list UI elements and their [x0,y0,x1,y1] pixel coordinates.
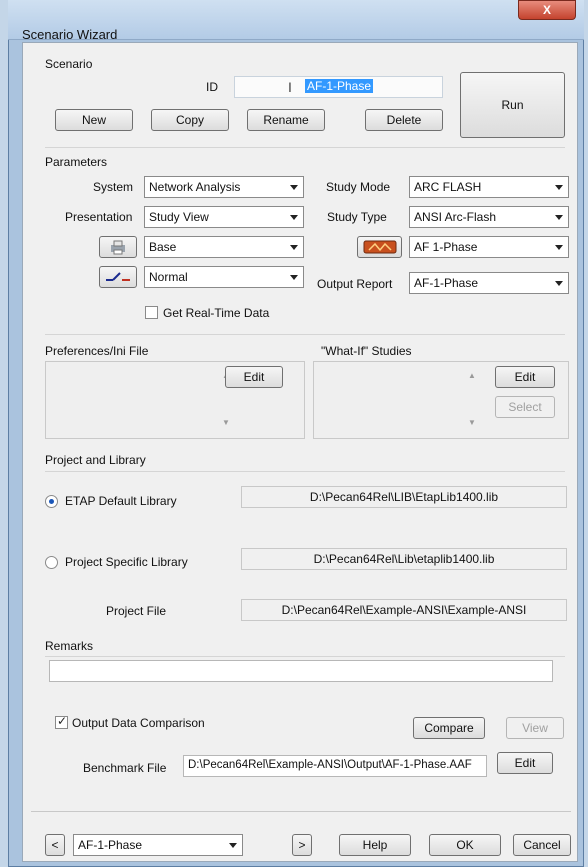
parameters-section-label: Parameters [45,155,108,169]
output-report-value: AF-1-Phase [414,276,479,290]
separator [31,811,571,812]
scroll-down-icon: ▼ [468,418,476,427]
view-button[interactable]: View [506,717,564,739]
whatif-section-label: "What-If" Studies [321,344,412,358]
system-select[interactable]: Network Analysis [144,176,304,198]
next-scenario-button[interactable]: > [292,834,312,856]
preferences-edit-button[interactable]: Edit [225,366,283,388]
revision-icon-button[interactable] [99,266,137,288]
study-case-icon-button[interactable] [357,236,402,258]
configuration-value: Base [149,240,177,254]
scroll-up-icon: ▲ [468,371,476,380]
output-report-label: Output Report [317,277,393,291]
presentation-select[interactable]: Study View [144,206,304,228]
close-button[interactable]: X [518,0,576,20]
separator [45,147,565,148]
revision-select[interactable]: Normal [144,266,304,288]
id-label: ID [206,80,218,94]
delete-button[interactable]: Delete [365,109,443,131]
benchmark-edit-button[interactable]: Edit [497,752,553,774]
compare-button[interactable]: Compare [413,717,485,739]
dialog-client-area: Scenario ID I AF-1-Phase New Copy Rename… [22,42,578,862]
chevron-down-icon [555,245,563,250]
study-case-value: AF 1-Phase [414,240,478,254]
project-file-label: Project File [106,604,167,618]
output-report-select[interactable]: AF-1-Phase [409,272,569,294]
separator [45,471,565,472]
checkmark-icon: ✓ [57,714,68,728]
library-section-label: Project and Library [45,453,146,467]
scroll-down-icon: ▼ [222,418,230,427]
project-file-path-field: D:\Pecan64Rel\Example-ANSI\Example-ANSI [241,599,567,621]
presentation-label: Presentation [65,210,133,224]
printer-icon [111,240,125,255]
rename-button[interactable]: Rename [247,109,325,131]
chevron-down-icon [555,281,563,286]
preferences-section-label: Preferences/Ini File [45,344,149,358]
revision-value: Normal [149,270,188,284]
study-mode-select[interactable]: ARC FLASH [409,176,569,198]
etap-default-label: ETAP Default Library [65,494,177,508]
scenario-id-value: AF-1-Phase [305,79,374,93]
chevron-down-icon [229,843,237,848]
run-button[interactable]: Run [460,72,565,138]
footer-scenario-value: AF-1-Phase [78,838,143,852]
output-comparison-label: Output Data Comparison [72,716,205,730]
output-comparison-checkbox[interactable]: ✓ [55,714,68,729]
project-specific-path-field: D:\Pecan64Rel\Lib\etaplib1400.lib [241,548,567,570]
chevron-down-icon [290,245,298,250]
study-case-select[interactable]: AF 1-Phase [409,236,569,258]
chevron-down-icon [555,215,563,220]
scenario-id-input[interactable]: I AF-1-Phase [234,76,443,98]
study-type-value: ANSI Arc-Flash [414,210,497,224]
study-mode-label: Study Mode [326,180,391,194]
study-type-select[interactable]: ANSI Arc-Flash [409,206,569,228]
benchmark-file-field[interactable]: D:\Pecan64Rel\Example-ANSI\Output\AF-1-P… [183,755,487,777]
switch-icon [106,272,130,281]
chevron-down-icon [290,275,298,280]
etap-default-path-field: D:\Pecan64Rel\LIB\EtapLib1400.lib [241,486,567,508]
separator [45,334,565,335]
new-button[interactable]: New [55,109,133,131]
benchmark-file-label: Benchmark File [83,761,167,775]
realtime-checkbox[interactable] [145,306,158,319]
window-title: Scenario Wizard [22,27,118,42]
chevron-down-icon [290,185,298,190]
study-type-label: Study Type [327,210,387,224]
arc-flash-icon [363,240,396,254]
remarks-section-label: Remarks [45,639,94,653]
radio-selected-dot [49,499,54,504]
scenario-section-label: Scenario [45,57,93,71]
separator [45,656,565,657]
whatif-select-button[interactable]: Select [495,396,555,418]
cancel-button[interactable]: Cancel [513,834,571,856]
system-label: System [93,180,134,194]
realtime-label: Get Real-Time Data [163,306,270,320]
chevron-down-icon [555,185,563,190]
project-specific-label: Project Specific Library [65,555,188,569]
footer-scenario-select[interactable]: AF-1-Phase [73,834,243,856]
copy-button[interactable]: Copy [151,109,229,131]
chevron-down-icon [290,215,298,220]
study-mode-value: ARC FLASH [414,180,482,194]
project-specific-radio[interactable] [45,556,58,569]
presentation-value: Study View [149,210,209,224]
help-button[interactable]: Help [339,834,411,856]
ok-button[interactable]: OK [429,834,501,856]
configuration-select[interactable]: Base [144,236,304,258]
etap-default-radio[interactable] [45,495,58,508]
config-icon-button[interactable] [99,236,137,258]
remarks-input[interactable] [49,660,553,682]
system-value: Network Analysis [149,180,241,194]
whatif-edit-button[interactable]: Edit [495,366,555,388]
cursor-icon: I [288,79,292,95]
previous-scenario-button[interactable]: < [45,834,65,856]
